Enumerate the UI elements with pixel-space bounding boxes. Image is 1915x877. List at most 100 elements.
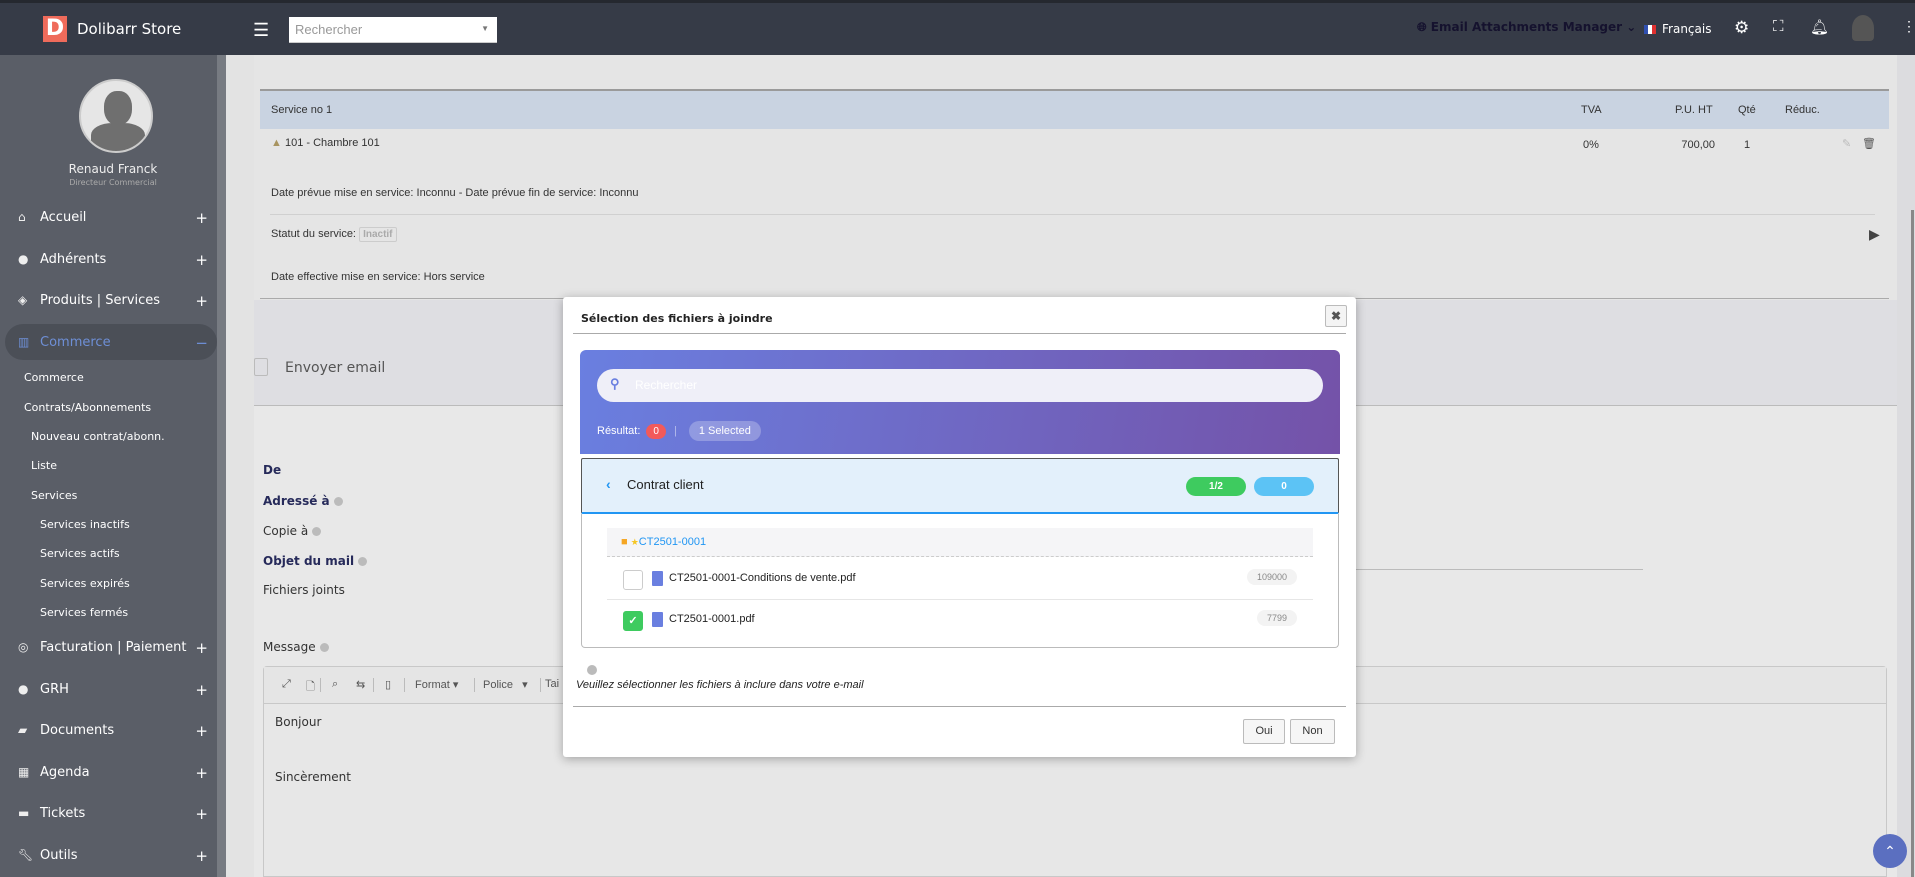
label-files: Fichiers joints [263,583,345,597]
sub-contrats[interactable]: Contrats/Abonnements [24,401,151,414]
preview-icon[interactable]: 🗋︎ [306,678,315,697]
module-menu[interactable]: 🌐︎ Email Attachments Manager ⌄ [1417,20,1636,35]
scroll-to-top-button[interactable]: ⌃ [1873,834,1907,868]
bell-icon[interactable]: 🔔︎ [1810,18,1829,36]
sidebar-item-facturation[interactable]: ◎ Facturation | Paiement + [18,639,208,657]
user-avatar-icon[interactable] [1852,15,1874,41]
fullscreen-icon[interactable]: ⛶ [1773,18,1784,35]
file-icon [652,571,663,586]
sub-commerce[interactable]: Commerce [24,371,84,384]
info-icon[interactable] [312,527,322,536]
status-badge: Inactif [359,227,397,242]
sub-services-inactifs[interactable]: Services inactifs [40,518,130,531]
format-label: Format [415,679,450,691]
format-dropdown[interactable]: Format ▾ [415,678,458,691]
divider [573,706,1346,707]
size-dropdown[interactable]: Tai [545,678,559,690]
sub-services-expires[interactable]: Services expirés [40,577,130,590]
sidebar-item-agenda[interactable]: ▦ Agenda + [18,764,208,782]
expand-icon[interactable]: + [195,639,208,657]
file-item[interactable]: CT2501-0001-Conditions de vente.pdf 1090… [607,559,1313,600]
menu-toggle-icon[interactable]: ☰ [253,20,269,41]
page-scrollbar-thumb[interactable] [1911,210,1914,877]
folder-open-icon: ▰ [18,723,28,737]
calendar-icon: ▦ [18,765,30,779]
expand-icon[interactable]: + [195,292,208,310]
label-from: De [263,463,282,477]
search-header: ⚲ Rechercher Résultat: 0 | 1 Selected [580,350,1340,454]
user-name[interactable]: Renaud Franck [0,162,226,176]
subject-input[interactable] [1313,569,1643,570]
sidebar-item-commerce[interactable]: ▥ Commerce − [18,334,208,352]
more-vertical-icon[interactable]: ⋮ [1902,18,1915,35]
expand-icon[interactable]: + [195,805,208,823]
sidebar-item-outils[interactable]: 🔧︎ Outils + [18,847,208,865]
label-message: Message [263,640,329,654]
file-item[interactable]: ✓ CT2501-0001.pdf 7799 [607,600,1313,641]
chevron-left-icon[interactable]: ‹ [606,476,611,492]
coins-icon: ◎ [18,640,29,654]
module-label: Email Attachments Manager [1430,20,1623,34]
expand-icon[interactable]: + [195,847,208,865]
file-size: 109000 [1246,569,1297,585]
sub-services[interactable]: Services [31,489,77,502]
font-dropdown[interactable]: Police ▾ [483,678,528,691]
folder-icon: ■ [621,536,628,548]
info-icon [587,665,597,675]
brand-name[interactable]: Dolibarr Store [77,20,181,38]
replace-icon[interactable]: ⇆ [356,678,365,691]
expand-icon[interactable]: + [195,251,208,269]
language-selector[interactable]: Français [1644,22,1711,36]
info-icon[interactable] [319,643,329,652]
subfolder-row[interactable]: ■ ★CT2501-0001 [607,528,1313,557]
body-line: Sincèrement [275,770,351,784]
maximize-icon[interactable]: ⤢ [282,678,291,691]
col-tva: TVA [1581,104,1602,116]
user-avatar[interactable] [79,79,153,153]
gear-icon[interactable]: ⚙ [1734,18,1749,38]
logo[interactable]: D [43,16,67,42]
expand-icon[interactable]: + [195,209,208,227]
service-effective-date: Date effective mise en service: Hors ser… [271,271,485,283]
file-selection-dialog: Sélection des fichiers à joindre ✖ ⚲ Rech… [563,297,1356,757]
info-icon[interactable] [358,557,368,566]
sub-nouveau-contrat[interactable]: Nouveau contrat/abonn. [31,430,165,443]
dropdown-caret-icon: ▼ [481,24,489,33]
trash-icon[interactable]: 🗑︎ [1862,137,1876,150]
sub-services-fermes[interactable]: Services fermés [40,606,128,619]
expand-icon[interactable]: + [195,764,208,782]
folder-name: Contrat client [627,477,704,492]
file-checkbox-checked[interactable]: ✓ [623,611,643,631]
sidebar-item-tickets[interactable]: ▬ Tickets + [18,805,208,823]
file-search-input[interactable]: ⚲ Rechercher [597,369,1323,402]
edit-icon[interactable]: ✎ [1842,137,1851,150]
sidebar-item-accueil[interactable]: ⌂ Accueil + [18,209,208,227]
yes-button[interactable]: Oui [1243,719,1285,744]
find-icon[interactable]: ⌕ [332,678,338,691]
label-text: Objet du mail [263,554,355,568]
blocks-icon[interactable]: ▯ [385,678,391,691]
label: GRH [40,682,69,697]
divider [270,214,1875,215]
expand-icon[interactable]: + [195,681,208,699]
service-label[interactable]: 101 - Chambre 101 [285,137,380,149]
service-line[interactable]: ▲ 101 - Chambre 101 [271,137,380,149]
no-button[interactable]: Non [1290,719,1335,744]
label: Commerce [40,335,111,350]
sidebar-item-grh[interactable]: ● GRH + [18,681,208,699]
font-label: Police [483,679,513,691]
sidebar-item-produits[interactable]: ◈ Produits | Services + [18,292,208,310]
file-checkbox[interactable] [623,570,643,590]
sub-liste[interactable]: Liste [31,459,57,472]
sidebar-item-documents[interactable]: ▰ Documents + [18,722,208,740]
sub-services-actifs[interactable]: Services actifs [40,547,120,560]
close-button[interactable]: ✖ [1325,305,1347,327]
sidebar-item-adherents[interactable]: ● Adhérents + [18,251,208,269]
expand-icon[interactable]: + [195,722,208,740]
selected-count-pill[interactable]: 1 Selected [688,421,761,441]
collapse-icon[interactable]: − [195,334,208,352]
global-search-input[interactable]: Rechercher ▼ [289,17,497,43]
folder-header[interactable]: ‹ Contrat client 1/2 0 [581,458,1339,514]
play-icon[interactable]: ▶ [1869,226,1880,243]
info-icon[interactable] [333,497,343,506]
